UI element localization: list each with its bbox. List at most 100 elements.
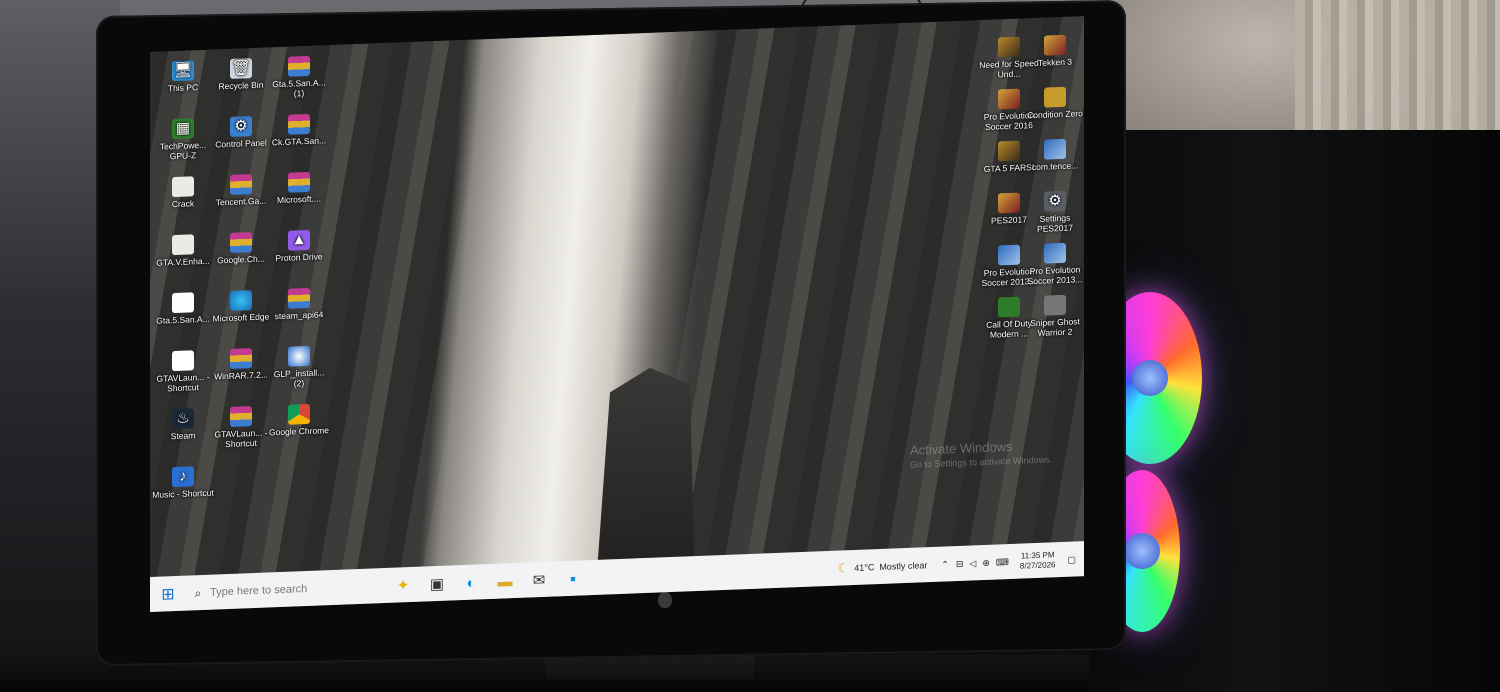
desktop-icon-label: PES2017 — [991, 214, 1027, 226]
desktop-icon-label: Pro Evolution Soccer 2013... — [1027, 264, 1083, 286]
desktop-icon[interactable]: Gta.5.San.A... — [152, 292, 214, 327]
computer-icon: 🖥 — [172, 60, 194, 82]
task-view-icon[interactable]: ▣ — [420, 574, 454, 594]
desktop-icon[interactable]: Sniper Ghost Warrior 2 — [1024, 294, 1084, 338]
copilot-icon[interactable]: ✦ — [386, 576, 420, 595]
call-of-duty-icon — [998, 296, 1020, 318]
pes-icon — [1044, 242, 1066, 264]
desktop-icon[interactable]: ♪ Music - Shortcut — [152, 466, 214, 501]
desktop-icon-label: Tekken 3 — [1037, 56, 1073, 68]
windows-logo-icon: ⊞ — [161, 586, 175, 604]
recycle-bin-icon: 🗑 — [230, 58, 252, 79]
desktop-icon[interactable]: ♨ Steam — [152, 408, 214, 443]
file-icon — [172, 176, 194, 198]
desktop-icon[interactable]: GTAVLaun... - Shortcut — [152, 350, 214, 394]
desktop-icon[interactable]: ▦ TechPowe... GPU-Z — [152, 118, 214, 162]
need-for-speed-icon — [998, 36, 1020, 58]
winrar-archive-icon — [288, 171, 310, 193]
desktop-icon-label: Sniper Ghost Warrior 2 — [1030, 316, 1080, 338]
desktop-icon-label: Control Panel — [215, 137, 267, 150]
desktop-icon-label: Recycle Bin — [218, 79, 264, 92]
network-icon[interactable]: ⊟ — [956, 558, 964, 569]
settings-icon: ⚙ — [1044, 190, 1066, 212]
desktop-icon[interactable]: 🖥 This PC — [152, 60, 214, 95]
desktop-icon[interactable]: Pro Evolution Soccer 2013... — [1024, 242, 1084, 286]
clock-date: 8/27/2026 — [1019, 560, 1056, 571]
volume-icon[interactable]: ◁ — [969, 558, 976, 569]
file-explorer-icon[interactable]: ▬ — [488, 572, 522, 591]
desktop-icon[interactable]: ⚙ Control Panel — [210, 115, 272, 150]
winrar-archive-icon — [230, 232, 252, 253]
weather-temp: 41°C — [854, 562, 875, 573]
mail-icon[interactable]: ✉ — [522, 570, 556, 589]
winrar-archive-icon — [288, 113, 310, 135]
desktop-icon[interactable]: GLP_install... (2) — [268, 345, 330, 389]
desktop-icon-label: Steam — [170, 430, 196, 442]
file-icon — [172, 234, 194, 256]
desktop-icon[interactable]: 🗑 Recycle Bin — [210, 57, 272, 92]
notification-icon[interactable]: ▢ — [1067, 554, 1076, 565]
watermark-title: Activate Windows — [910, 438, 1013, 458]
edge-taskbar-icon[interactable]: ◐ — [454, 574, 488, 592]
desktop-icon[interactable]: Tekken 3 — [1024, 34, 1084, 69]
globe-icon[interactable]: ⊕ — [982, 557, 990, 568]
desktop-icon[interactable]: Microsoft.... — [268, 171, 330, 206]
fan-hub — [1132, 360, 1168, 396]
desktop-screen: 🖥 This PC 🗑 Recycle Bin Gta.5.San.A... (1) ▦ T… — [150, 16, 1084, 613]
search-placeholder: Type here to search — [210, 582, 308, 599]
pes-icon — [998, 88, 1020, 110]
desktop-icon[interactable]: steam_api64 — [268, 287, 330, 322]
desktop-icon-label: Microsoft Edge — [212, 311, 270, 324]
game-icon — [1044, 138, 1066, 160]
gta-icon — [998, 140, 1020, 162]
desktop-icon-label: Microsoft.... — [277, 193, 321, 206]
desktop-icon[interactable]: ⚙ Settings PES2017 — [1024, 190, 1084, 234]
weather-widget[interactable]: ☾ 41°C Mostly clear — [838, 557, 928, 576]
chrome-icon — [288, 403, 310, 425]
desktop-icon[interactable]: GTA.V.Enha... — [152, 234, 214, 269]
desktop-icon[interactable]: Microsoft Edge — [210, 289, 272, 324]
pes-icon — [998, 192, 1020, 214]
clock[interactable]: 11:35 PM 8/27/2026 — [1020, 550, 1056, 571]
gpu-z-icon: ▦ — [172, 118, 194, 140]
fan-hub — [1124, 533, 1160, 569]
activate-windows-watermark: Activate Windows Go to Settings to activ… — [910, 437, 1052, 470]
sniper-icon — [1044, 294, 1066, 316]
desktop-icon-label: Settings PES2017 — [1037, 212, 1073, 234]
keyboard-icon[interactable]: ⌨ — [996, 557, 1009, 568]
tekken-icon — [1044, 34, 1066, 56]
desktop-icon[interactable]: Condition Zero — [1024, 86, 1084, 121]
installer-icon — [288, 345, 310, 367]
desktop-icon[interactable]: WinRAR.7.2... — [210, 347, 272, 382]
desktop-icon-label: Google Chrome — [268, 425, 329, 438]
desktop-icon-label: GTAVLaun... - Shortcut — [214, 427, 268, 449]
winrar-archive-icon — [288, 287, 310, 309]
desktop-icon-label: WinRAR.7.2... — [214, 369, 268, 382]
winrar-archive-icon — [288, 55, 310, 77]
store-icon[interactable]: ■ — [556, 573, 590, 584]
desktop-icon[interactable]: ▲ Proton Drive — [268, 229, 330, 264]
steam-icon: ♨ — [172, 408, 194, 430]
desktop-icon-label: Condition Zero — [1027, 108, 1083, 121]
desktop-icon-label: Gta.5.San.A... — [156, 313, 210, 326]
desktop-icon[interactable]: Crack — [152, 176, 214, 211]
desktop-icon-label: GLP_install... (2) — [273, 367, 325, 388]
desktop-icon[interactable]: Ck.GTA.San... — [268, 113, 330, 148]
start-button[interactable]: ⊞ — [150, 576, 186, 612]
curtain — [1295, 0, 1500, 140]
winrar-archive-icon — [230, 406, 252, 427]
counter-strike-icon — [1044, 86, 1066, 108]
desktop-icon-label: TechPowe... GPU-Z — [159, 139, 207, 161]
weather-text: Mostly clear — [879, 560, 928, 572]
control-panel-icon: ⚙ — [230, 116, 252, 137]
desktop-icon[interactable]: Google.Ch... — [210, 231, 272, 266]
desktop-icon[interactable]: Tencent.Ga... — [210, 173, 272, 208]
winrar-archive-icon — [230, 174, 252, 195]
proton-drive-icon: ▲ — [288, 229, 310, 251]
edge-icon — [230, 290, 252, 311]
chevron-up-icon[interactable]: ⌃ — [941, 559, 949, 570]
desktop-icon[interactable]: Gta.5.San.A... (1) — [268, 55, 330, 99]
desktop-icon[interactable]: Google Chrome — [268, 403, 330, 438]
desktop-icon[interactable]: com.tence... — [1024, 138, 1084, 173]
desktop-icon[interactable]: GTAVLaun... - Shortcut — [210, 405, 272, 449]
